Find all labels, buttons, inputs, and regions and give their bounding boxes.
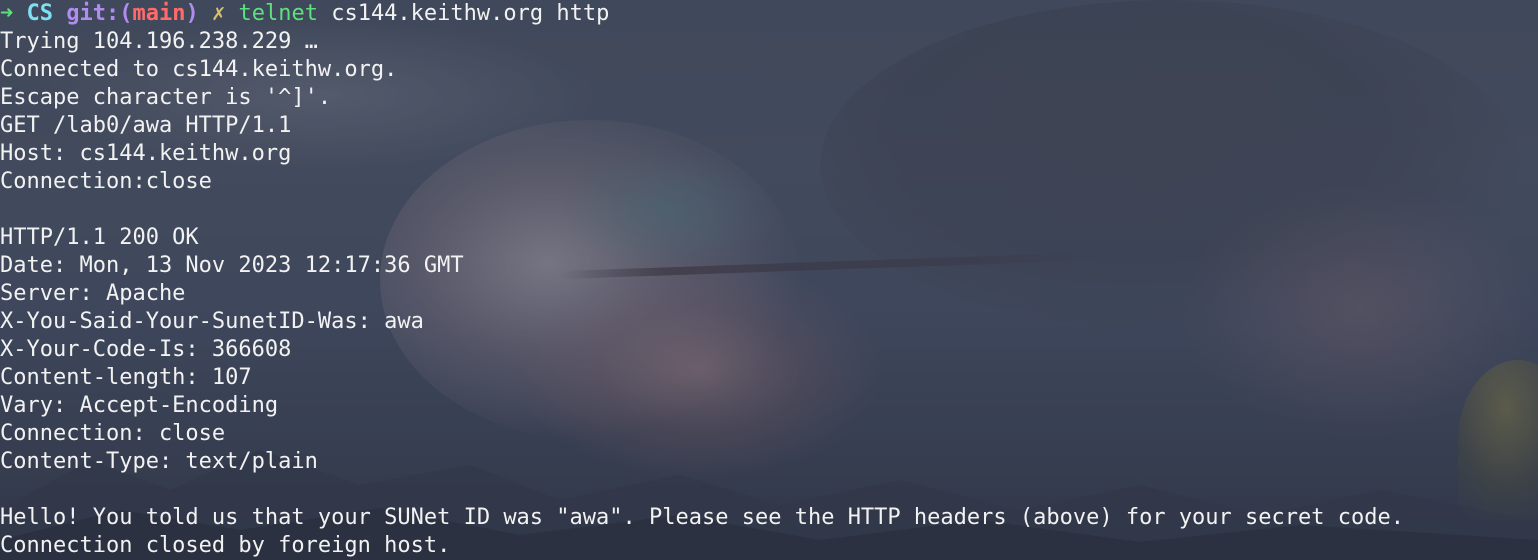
output-line: Date: Mon, 13 Nov 2023 12:17:36 GMT <box>0 253 464 278</box>
prompt-arrow-icon: ➜ <box>0 1 14 26</box>
prompt-line: ➜ CS git:(main) ✗ telnet cs144.keithw.or… <box>0 0 609 28</box>
output-line: HTTP/1.1 200 OK <box>0 225 199 250</box>
prompt-git-label: git:( <box>66 1 133 26</box>
output-line: Server: Apache <box>0 281 186 306</box>
output-line: X-You-Said-Your-SunetID-Was: awa <box>0 309 424 334</box>
output-line: Escape character is '^]'. <box>0 85 332 110</box>
terminal-output[interactable]: ➜ CS git:(main) ✗ telnet cs144.keithw.or… <box>0 0 1538 560</box>
prompt-branch: main <box>132 1 186 26</box>
command-name: telnet <box>238 1 318 26</box>
command-args: cs144.keithw.org http <box>331 1 610 26</box>
output-line: Connection closed by foreign host. <box>0 533 451 558</box>
output-line: Host: cs144.keithw.org <box>0 141 292 166</box>
output-line: Connection: close <box>0 421 226 446</box>
output-line: Connected to cs144.keithw.org. <box>0 57 398 82</box>
output-line: Content-Type: text/plain <box>0 449 318 474</box>
output-line: Content-length: 107 <box>0 365 252 390</box>
dirty-mark-icon: ✗ <box>211 1 226 26</box>
output-line: Hello! You told us that your SUNet ID wa… <box>0 505 1404 530</box>
output-line: X-Your-Code-Is: 366608 <box>0 337 292 362</box>
prompt-git-close: ) <box>185 1 199 26</box>
output-line: Connection:close <box>0 169 212 194</box>
output-line: Vary: Accept-Encoding <box>0 393 279 418</box>
prompt-directory: CS <box>26 1 54 26</box>
output-line: GET /lab0/awa HTTP/1.1 <box>0 113 292 138</box>
output-line: Trying 104.196.238.229 … <box>0 29 318 54</box>
